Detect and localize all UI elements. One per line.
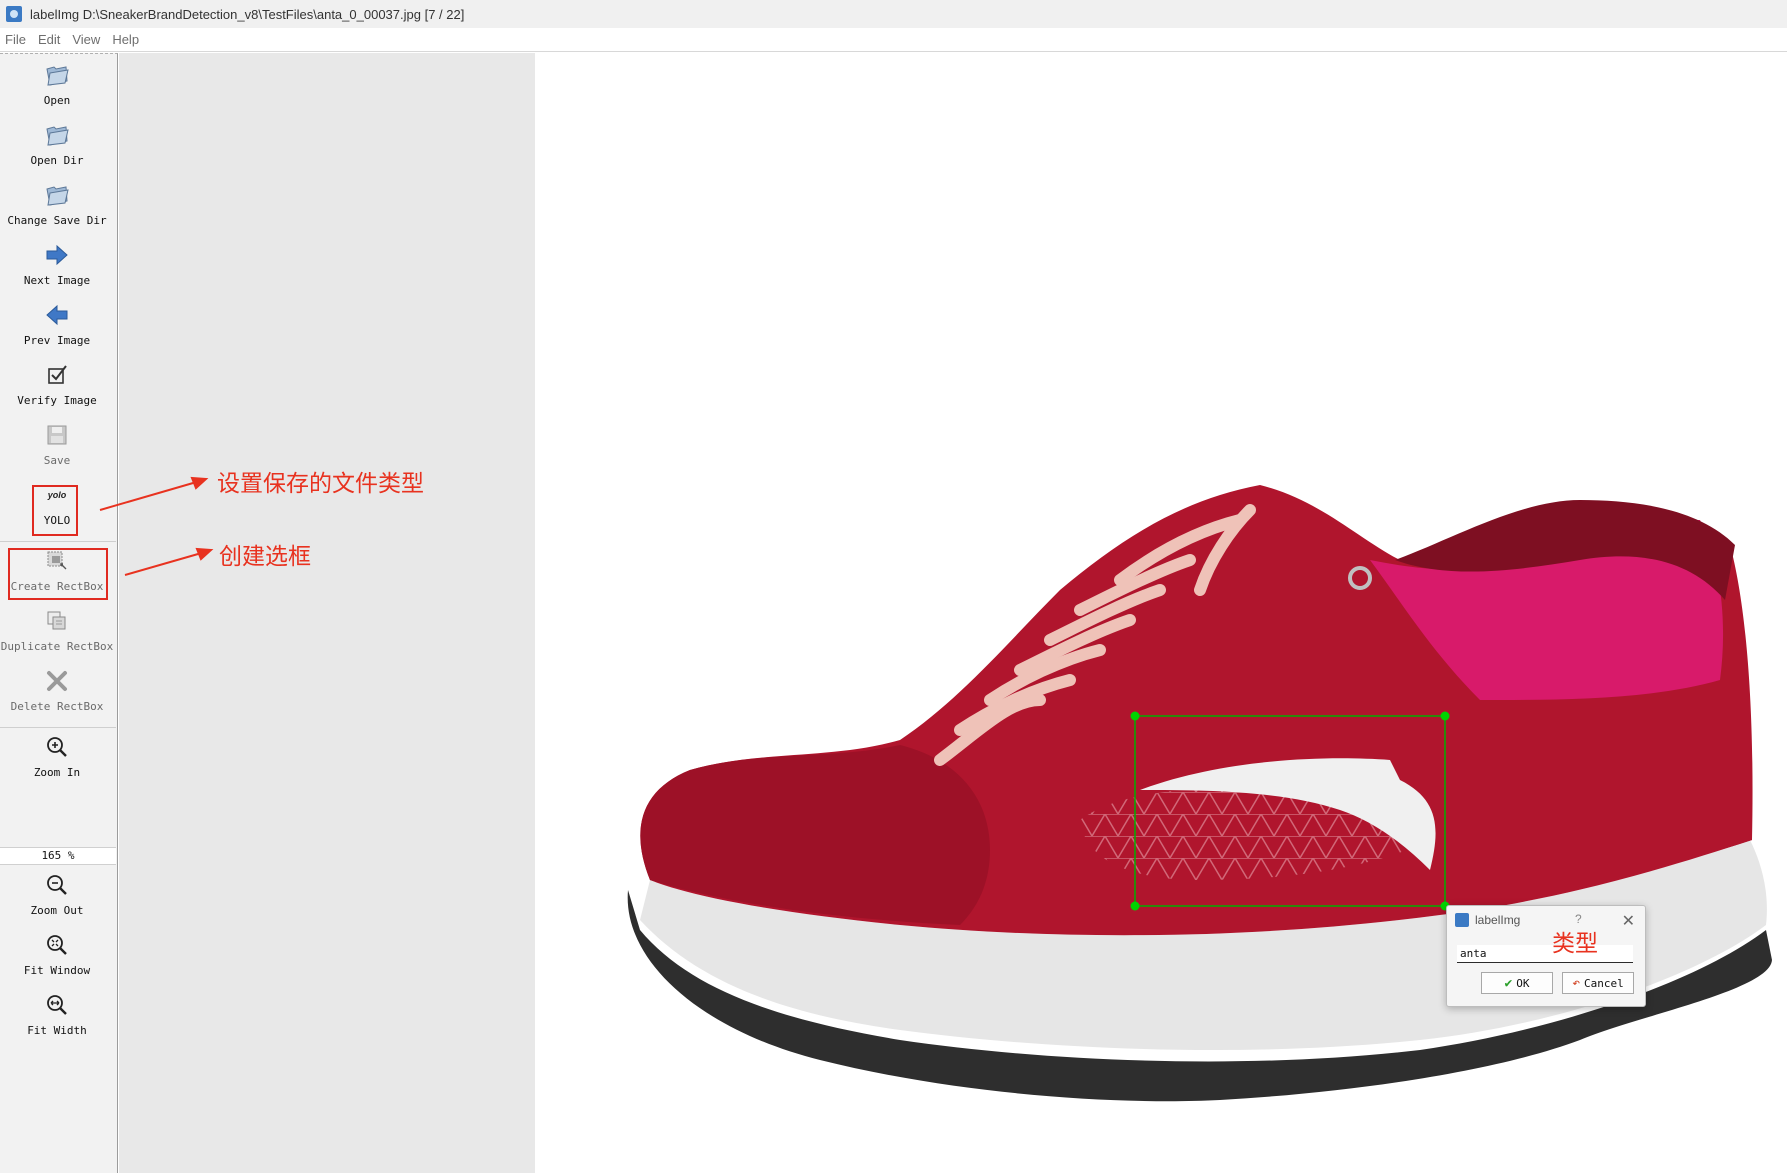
close-icon[interactable]: ✕ [1622,911,1635,931]
cancel-button[interactable]: ↶ Cancel [1562,972,1634,994]
bbox-handle[interactable] [1440,711,1450,721]
cancel-label: Cancel [1584,976,1624,990]
label-dialog: labelImg ? ✕ anta ✔ OK ↶ Cancel [1446,905,1646,1007]
annotation-save-format: 设置保存的文件类型 [217,471,424,497]
bbox-handle[interactable] [1130,901,1140,911]
annotation-label-type: 类型 [1552,931,1598,957]
check-icon: ✔ [1504,975,1513,991]
ok-label: OK [1516,976,1530,990]
dialog-title: labelImg [1475,913,1521,927]
label-input[interactable]: anta [1457,945,1633,963]
labelimg-app-icon [1455,913,1469,927]
bbox-handle[interactable] [1130,711,1140,721]
dialog-header: labelImg ? ✕ [1447,906,1645,934]
annotation-create-box: 创建选框 [219,544,311,570]
bbox-rect[interactable] [1134,715,1446,907]
ok-button[interactable]: ✔ OK [1481,972,1553,994]
undo-arrow-icon: ↶ [1572,975,1581,991]
